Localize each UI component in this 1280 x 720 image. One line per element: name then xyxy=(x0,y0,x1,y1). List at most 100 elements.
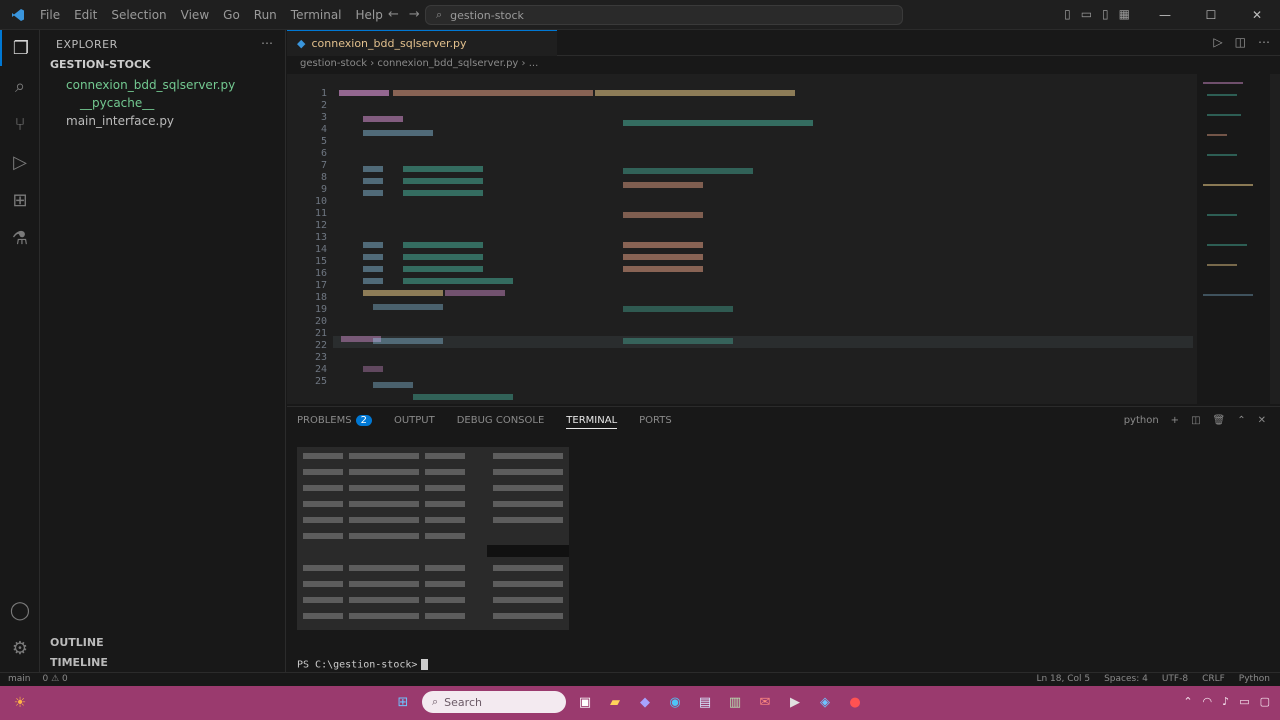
new-terminal-icon[interactable]: + xyxy=(1171,415,1179,426)
store-icon[interactable]: ▤ xyxy=(694,691,716,713)
vscode-taskbar-icon[interactable]: ◈ xyxy=(814,691,836,713)
terminal-cursor xyxy=(421,659,429,670)
more-icon[interactable]: ⋯ xyxy=(1258,35,1270,49)
mail-icon[interactable]: ✉ xyxy=(754,691,776,713)
breadcrumb[interactable]: gestion-stock › connexion_bdd_sqlserver.… xyxy=(300,58,538,69)
terminal-profile[interactable]: python xyxy=(1124,415,1159,426)
outline-section[interactable]: OUTLINE xyxy=(50,636,104,649)
teams-icon[interactable]: ◆ xyxy=(634,691,656,713)
branch-status[interactable]: main xyxy=(8,674,31,684)
workspace-folder[interactable]: GESTION-STOCK xyxy=(50,58,151,71)
menu-terminal[interactable]: Terminal xyxy=(291,8,342,22)
notification-icon[interactable]: ▢ xyxy=(1260,695,1270,708)
terminal-prompt[interactable]: PS C:\gestion-stock> xyxy=(297,659,429,671)
explorer-icon[interactable]: ❐ xyxy=(0,30,40,66)
bottom-panel: PROBLEMS 2 OUTPUT DEBUG CONSOLE TERMINAL … xyxy=(287,406,1280,685)
close-panel-icon[interactable]: ✕ xyxy=(1258,415,1266,426)
line-number: 20 xyxy=(314,316,327,327)
taskbar-search[interactable]: ⌕ Search xyxy=(422,691,566,713)
terminal-app-icon[interactable]: ▶ xyxy=(784,691,806,713)
file-explorer-icon[interactable]: ▰ xyxy=(604,691,626,713)
code-editor[interactable]: 1 2 3 4 5 6 7 8 9 10 11 12 13 14 15 16 1… xyxy=(287,74,1197,404)
task-view-icon[interactable]: ▣ xyxy=(574,691,596,713)
encoding[interactable]: UTF-8 xyxy=(1162,674,1188,684)
run-file-icon[interactable]: ▷ xyxy=(1213,35,1222,49)
menu-view[interactable]: View xyxy=(181,8,209,22)
app-icon[interactable]: ● xyxy=(844,691,866,713)
menu-edit[interactable]: Edit xyxy=(74,8,97,22)
battery-icon[interactable]: ▭ xyxy=(1239,695,1249,708)
back-arrow-icon[interactable]: ← xyxy=(388,7,399,22)
terminal-output-rows xyxy=(303,453,569,619)
kill-terminal-icon[interactable]: 🗑 xyxy=(1213,415,1226,426)
editor-tabs: ◆ connexion_bdd_sqlserver.py ▷ ◫ ⋯ xyxy=(287,30,1280,56)
cursor-position[interactable]: Ln 18, Col 5 xyxy=(1036,674,1090,684)
split-editor-icon[interactable]: ◫ xyxy=(1235,35,1246,49)
maximize-button[interactable]: ☐ xyxy=(1188,0,1234,30)
menu-go[interactable]: Go xyxy=(223,8,240,22)
editor-tab[interactable]: ◆ connexion_bdd_sqlserver.py xyxy=(287,30,557,56)
split-terminal-icon[interactable]: ◫ xyxy=(1191,415,1200,426)
explorer-sidebar: EXPLORER ⋯ GESTION-STOCK connexion_bdd_s… xyxy=(40,30,286,685)
problems-status[interactable]: 0 ⚠ 0 xyxy=(43,674,68,684)
settings-gear-icon[interactable]: ⚙ xyxy=(0,630,40,666)
tab-problems[interactable]: PROBLEMS 2 xyxy=(297,415,372,429)
weather-icon[interactable]: ☀ xyxy=(10,694,30,712)
toggle-panel-icon[interactable]: ▭ xyxy=(1081,7,1092,21)
account-icon[interactable]: ◯ xyxy=(0,592,40,628)
line-number: 9 xyxy=(320,184,327,195)
start-icon[interactable]: ⊞ xyxy=(392,691,414,713)
tab-debug-console[interactable]: DEBUG CONSOLE xyxy=(457,415,545,429)
menu-run[interactable]: Run xyxy=(254,8,277,22)
editor-actions: ▷ ◫ ⋯ xyxy=(1213,35,1270,49)
system-tray: ⌃ ◠ ♪ ▭ ▢ xyxy=(1183,695,1270,708)
testing-icon[interactable]: ⚗ xyxy=(0,220,40,256)
tab-output[interactable]: OUTPUT xyxy=(394,415,435,429)
code-content xyxy=(339,90,813,400)
indentation[interactable]: Spaces: 4 xyxy=(1104,674,1148,684)
menu-file[interactable]: File xyxy=(40,8,60,22)
tab-problems-label: PROBLEMS xyxy=(297,415,352,426)
timeline-section[interactable]: TIMELINE xyxy=(50,656,108,669)
line-number: 11 xyxy=(314,208,327,219)
title-bar: File Edit Selection View Go Run Terminal… xyxy=(0,0,1280,30)
maximize-panel-icon[interactable]: ⌃ xyxy=(1237,415,1245,426)
line-number: 3 xyxy=(320,112,327,123)
edge-icon[interactable]: ◉ xyxy=(664,691,686,713)
command-center[interactable]: ⌕ gestion-stock xyxy=(425,5,903,25)
tray-chevron-icon[interactable]: ⌃ xyxy=(1183,695,1192,708)
line-number: 25 xyxy=(314,376,327,387)
tree-item[interactable]: main_interface.py xyxy=(66,114,174,128)
forward-arrow-icon[interactable]: → xyxy=(409,7,420,22)
minimap[interactable] xyxy=(1197,74,1267,314)
menu-selection[interactable]: Selection xyxy=(111,8,166,22)
app-icon[interactable]: ▥ xyxy=(724,691,746,713)
vscode-logo-icon xyxy=(10,7,26,23)
tree-item[interactable]: connexion_bdd_sqlserver.py xyxy=(66,78,235,92)
customize-layout-icon[interactable]: ▦ xyxy=(1119,7,1130,21)
line-number: 7 xyxy=(320,160,327,171)
more-actions-icon[interactable]: ⋯ xyxy=(261,36,273,50)
source-control-icon[interactable]: ⑂ xyxy=(0,106,40,142)
run-debug-icon[interactable]: ▷ xyxy=(0,144,40,180)
tab-terminal[interactable]: TERMINAL xyxy=(566,415,618,429)
language-mode[interactable]: Python xyxy=(1239,674,1270,684)
line-number: 19 xyxy=(314,304,327,315)
minimize-button[interactable]: — xyxy=(1142,0,1188,30)
line-ending[interactable]: CRLF xyxy=(1202,674,1225,684)
extensions-icon[interactable]: ⊞ xyxy=(0,182,40,218)
line-number: 17 xyxy=(314,280,327,291)
editor-scrollbar[interactable] xyxy=(1270,74,1280,404)
wifi-icon[interactable]: ◠ xyxy=(1203,695,1213,708)
close-button[interactable]: ✕ xyxy=(1234,0,1280,30)
tree-item[interactable]: __pycache__ xyxy=(80,96,154,110)
line-number: 12 xyxy=(314,220,327,231)
search-activity-icon[interactable]: ⌕ xyxy=(0,68,40,104)
status-right: Ln 18, Col 5 Spaces: 4 UTF-8 CRLF Python xyxy=(1036,674,1270,684)
tab-ports[interactable]: PORTS xyxy=(639,415,672,429)
menu-help[interactable]: Help xyxy=(356,8,383,22)
toggle-secondary-sidebar-icon[interactable]: ▯ xyxy=(1102,7,1109,21)
volume-icon[interactable]: ♪ xyxy=(1222,695,1229,708)
toggle-sidebar-icon[interactable]: ▯ xyxy=(1064,7,1071,21)
line-number: 21 xyxy=(314,328,327,339)
